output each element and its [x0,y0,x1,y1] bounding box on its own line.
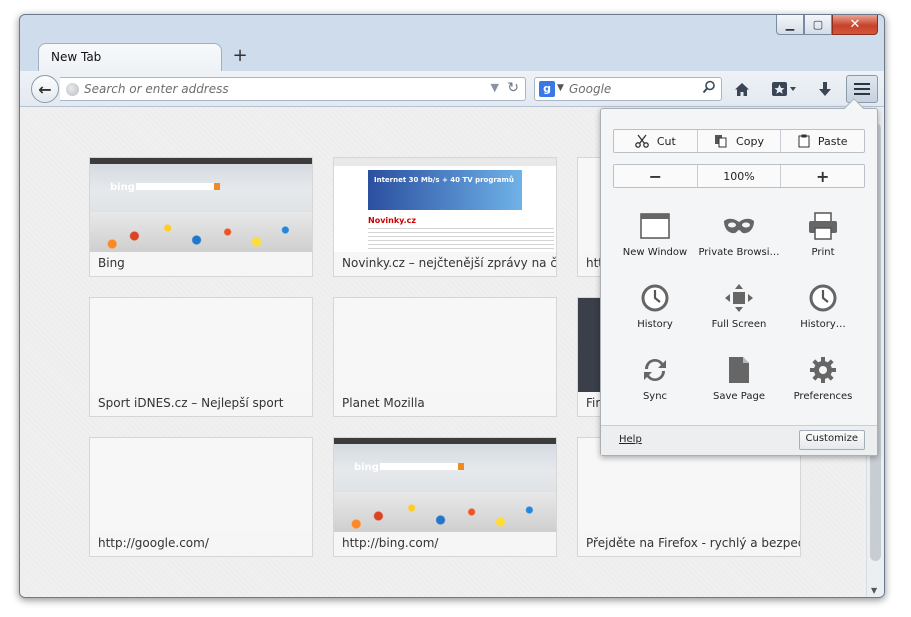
hamburger-icon-line [854,88,870,90]
tile-thumbnail: Internet 30 Mb/s + 40 TV programů Novink… [334,158,556,252]
tile-planet-mozilla[interactable]: Planet Mozilla [333,297,557,417]
tile-thumbnail [90,438,312,532]
close-button[interactable]: ✕ [832,15,878,35]
google-engine-icon[interactable]: g [539,81,555,97]
clock-icon [641,284,669,312]
new-window-icon [640,213,670,239]
edit-controls: Cut Copy Paste [613,129,865,153]
private-browsing-button[interactable]: Private Browsi… [697,205,781,277]
tile-title: Přejděte na Firefox - rychlý a bezpečn… [578,532,800,556]
paste-button[interactable]: Paste [781,130,864,152]
scroll-down-arrow-icon[interactable]: ▼ [871,586,877,595]
address-placeholder: Search or enter address [84,82,229,96]
tile-bing-com[interactable]: bing http://bing.com/ [333,437,557,557]
copy-button[interactable]: Copy [698,130,782,152]
reload-icon[interactable]: ↻ [507,80,519,96]
tile-google[interactable]: http://google.com/ [89,437,313,557]
copy-icon [715,135,727,148]
tile-sport-idnes[interactable]: Sport iDNES.cz – Nejlepší sport [89,297,313,417]
new-window-label: New Window [622,247,688,258]
history-label: History [637,319,673,330]
cut-label: Cut [656,134,676,148]
save-page-button[interactable]: Save Page [697,349,781,421]
hamburger-icon-line [854,83,870,85]
tile-thumbnail [90,298,312,392]
zoom-controls: − 100% + [613,164,865,188]
tab-label: New Tab [51,50,102,64]
tile-title: Bing [90,252,312,276]
help-link[interactable]: Help [619,434,642,445]
novinky-logo: Novinky.cz [368,216,417,225]
navigation-toolbar: ← Search or enter address ▼ ↻ g ▼ Google [20,71,884,107]
fullscreen-icon [725,284,753,312]
tile-novinky[interactable]: Internet 30 Mb/s + 40 TV programů Novink… [333,157,557,277]
history-sidebar-button[interactable]: History… [781,277,865,349]
sync-icon [644,359,666,381]
tile-thumbnail [334,298,556,392]
new-window-button[interactable]: New Window [613,205,697,277]
private-browsing-label: Private Browsi… [698,247,780,258]
tile-title: Planet Mozilla [334,392,556,416]
history-sidebar-label: History… [800,319,846,330]
history-button[interactable]: History [613,277,697,349]
preferences-label: Preferences [793,391,853,402]
print-button[interactable]: Print [781,205,865,277]
scissors-icon [634,134,649,148]
preferences-button[interactable]: Preferences [781,349,865,421]
panel-footer: Help Customize [601,425,877,455]
back-arrow-icon: ← [38,79,52,99]
search-icon[interactable] [702,80,716,98]
tile-bing[interactable]: bing Bing [89,157,313,277]
cut-button[interactable]: Cut [614,130,698,152]
minimize-button[interactable]: ▁ [776,15,804,35]
sync-label: Sync [642,391,668,402]
bookmarks-star-icon[interactable] [768,77,800,101]
paste-label: Paste [817,134,848,148]
zoom-reset-button[interactable]: 100% [698,165,782,187]
open-menu-button[interactable] [846,75,878,103]
zoom-in-button[interactable]: + [781,165,864,187]
address-bar[interactable]: Search or enter address ▼ ↻ [60,77,526,101]
print-label: Print [811,247,835,258]
tile-thumbnail: bing [90,158,312,252]
maximize-button[interactable]: ▢ [804,15,832,35]
page-icon [729,357,749,383]
tile-title: Sport iDNES.cz – Nejlepší sport [90,392,312,416]
customize-button[interactable]: Customize [798,430,865,450]
zoom-out-button[interactable]: − [614,165,698,187]
history-dropdown-icon[interactable]: ▼ [491,81,499,94]
private-mask-icon [724,218,754,234]
menu-items-grid: New Window Private Browsi… Print History… [613,205,865,421]
copy-label: Copy [736,134,764,148]
search-bar[interactable]: g ▼ Google [534,77,722,101]
printer-icon [809,212,837,240]
tile-title: Novinky.cz – nejčtenější zprávy na če… [334,252,556,276]
new-tab-button[interactable]: + [230,47,250,67]
tile-thumbnail: bing [334,438,556,532]
tab-new-tab[interactable]: New Tab [38,43,222,72]
gear-icon [810,357,836,383]
app-menu-panel: Cut Copy Paste − 100% + New Window Priva… [600,98,878,456]
hamburger-icon-line [854,93,870,95]
home-icon[interactable] [730,77,754,101]
engine-dropdown-icon[interactable]: ▼ [557,83,564,93]
ad-text: Internet 30 Mb/s + 40 TV programů [374,176,514,184]
tab-strip: New Tab + [20,41,884,72]
tile-title: http://google.com/ [90,532,312,556]
back-button[interactable]: ← [31,75,59,103]
globe-icon [66,83,79,96]
tile-title: http://bing.com/ [334,532,556,556]
full-screen-label: Full Screen [711,319,767,330]
window-caption-buttons: ▁ ▢ ✕ [776,15,878,35]
save-page-label: Save Page [713,391,765,402]
search-placeholder: Google [569,82,612,96]
full-screen-button[interactable]: Full Screen [697,277,781,349]
clipboard-icon [798,134,810,148]
clock-icon [809,284,837,312]
sync-button[interactable]: Sync [613,349,697,421]
downloads-arrow-icon[interactable] [813,77,837,101]
